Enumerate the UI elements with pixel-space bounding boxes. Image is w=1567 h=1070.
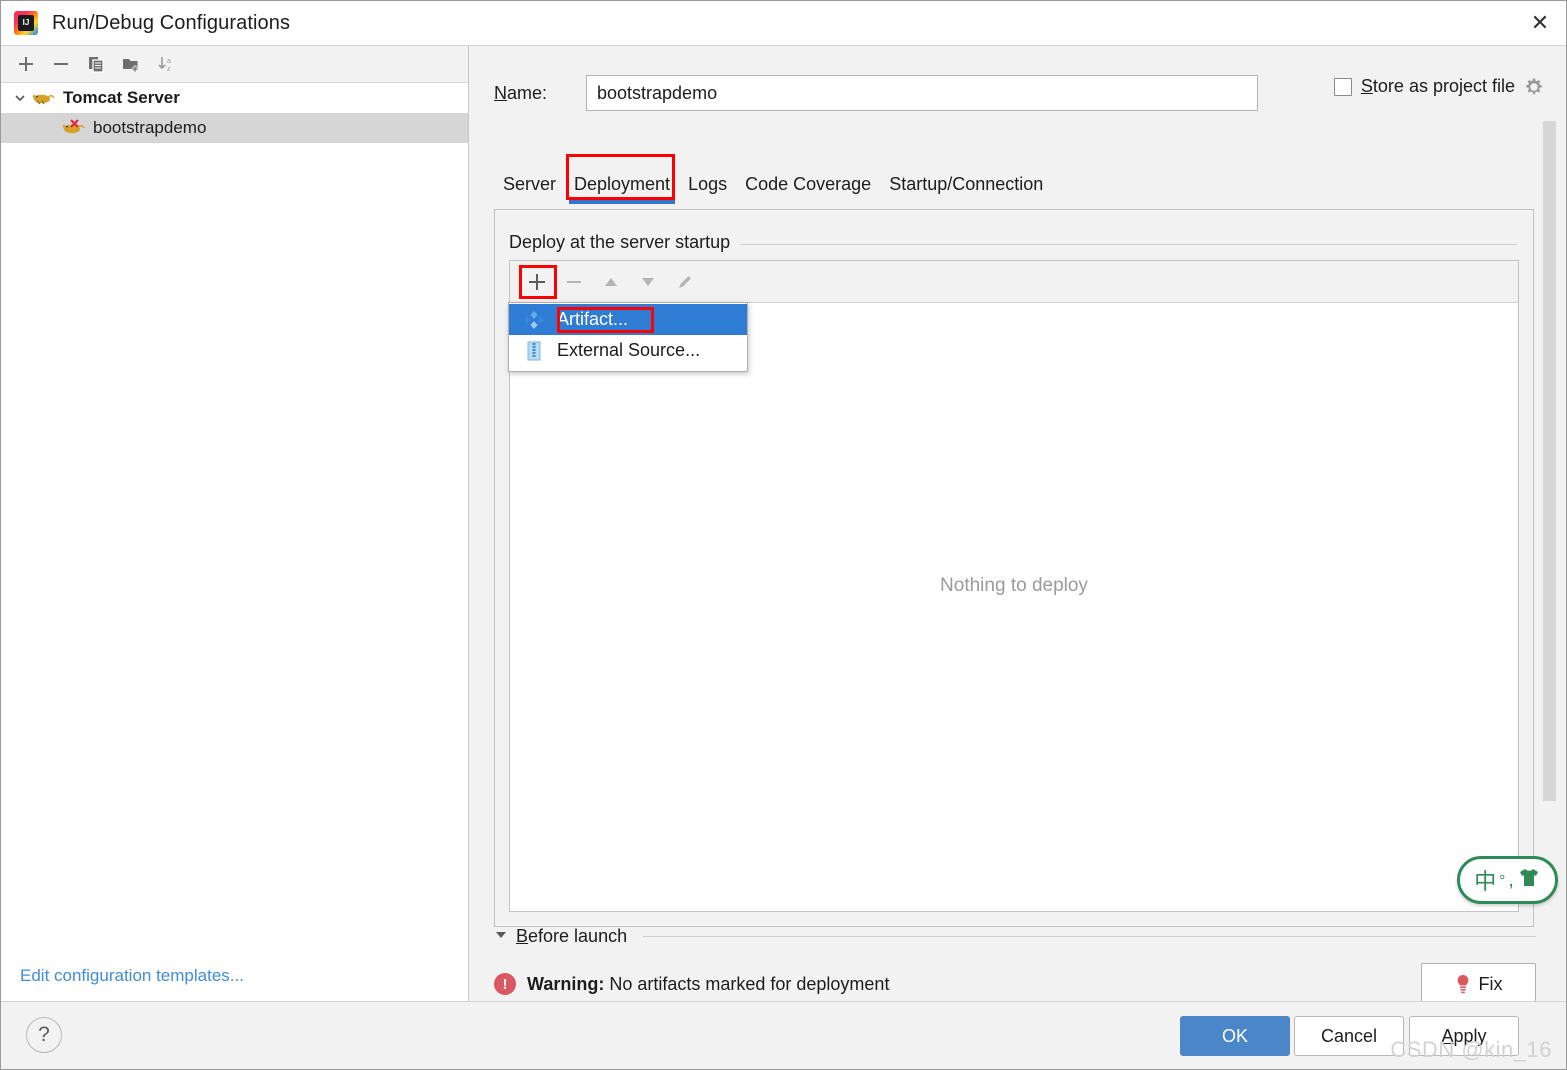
ime-mode-label[interactable]: 中: [1474, 864, 1496, 896]
before-launch-section-header[interactable]: Before launch: [494, 921, 1536, 951]
deploy-group-caption: Deploy at the server startup: [509, 232, 741, 253]
configurations-sidebar: a z Tomcat Server bootstrapdemo Edit con…: [1, 46, 469, 1001]
tomcat-error-icon: [61, 118, 87, 138]
close-icon[interactable]: ✕: [1514, 1, 1566, 45]
apply-button[interactable]: Apply: [1409, 1016, 1519, 1056]
tree-item-bootstrapdemo[interactable]: bootstrapdemo: [1, 113, 468, 143]
bulb-icon: [1455, 974, 1471, 994]
intellij-idea-logo-icon: IJ: [14, 11, 38, 35]
run-debug-configurations-dialog: IJ Run/Debug Configurations ✕ a z Tomcat…: [0, 0, 1567, 1070]
tree-item-label: bootstrapdemo: [93, 118, 207, 137]
store-as-project-file-label: Store as project file: [1360, 76, 1515, 96]
name-input[interactable]: [586, 75, 1258, 111]
tab-logs[interactable]: Logs: [679, 174, 736, 204]
chevron-down-icon[interactable]: [9, 92, 31, 104]
copy-configuration-button[interactable]: [80, 49, 112, 79]
dialog-title: Run/Debug Configurations: [52, 11, 291, 34]
ime-punctuation-icon[interactable]: °: [1499, 872, 1505, 889]
error-circle-icon: !: [494, 973, 516, 995]
ok-button[interactable]: OK: [1180, 1016, 1290, 1056]
name-label: Name:: [494, 82, 548, 103]
deployment-list-toolbar: [510, 261, 1518, 303]
new-folder-icon[interactable]: [115, 49, 147, 79]
gear-icon[interactable]: [1524, 77, 1544, 97]
store-as-project-file-group[interactable]: Store as project file: [1333, 76, 1544, 97]
store-as-project-file-checkbox[interactable]: [1333, 77, 1352, 96]
help-button[interactable]: ?: [26, 1017, 62, 1053]
sort-alphabetical-icon[interactable]: a z: [150, 49, 182, 79]
warning-prefix: Warning:: [527, 973, 605, 994]
move-down-button: [633, 267, 663, 297]
content-scrollbar[interactable]: [1543, 121, 1556, 801]
ime-floating-toolbar[interactable]: 中 ° ,: [1457, 856, 1558, 904]
popup-item-external-source[interactable]: External Source...: [509, 335, 747, 366]
add-artifact-button[interactable]: [522, 267, 552, 297]
tree-group-label: Tomcat Server: [63, 88, 180, 107]
archive-zip-icon: [523, 340, 545, 362]
before-launch-label: Before launch: [516, 925, 628, 946]
dialog-footer: ? OK Cancel Apply: [1, 1001, 1566, 1069]
fix-button[interactable]: Fix: [1421, 963, 1536, 1005]
artifact-diamonds-icon: [523, 309, 545, 331]
before-launch-divider: [643, 935, 1536, 937]
dialog-titlebar: IJ Run/Debug Configurations ✕: [1, 1, 1566, 46]
popup-item-label: Artifact...: [557, 309, 629, 329]
empty-deployment-message: Nothing to deploy: [940, 575, 1088, 596]
add-deployment-popup-menu: Artifact... External Source...: [508, 302, 748, 372]
sidebar-toolbar: a z: [1, 46, 468, 83]
tab-deployment[interactable]: Deployment: [565, 174, 679, 204]
remove-configuration-button[interactable]: [45, 49, 77, 79]
configurations-tree: Tomcat Server bootstrapdemo: [1, 83, 468, 143]
remove-artifact-button: [559, 267, 589, 297]
warning-message: No artifacts marked for deployment: [609, 973, 890, 994]
chevron-down-icon[interactable]: [494, 928, 508, 945]
svg-text:a: a: [167, 58, 171, 65]
edit-artifact-button: [670, 267, 700, 297]
tab-server[interactable]: Server: [494, 174, 565, 204]
popup-item-artifact[interactable]: Artifact...: [509, 304, 747, 335]
ime-comma-icon[interactable]: ,: [1508, 869, 1514, 892]
svg-text:z: z: [167, 66, 171, 73]
tshirt-icon[interactable]: [1517, 867, 1541, 894]
edit-configuration-templates-link[interactable]: Edit configuration templates...: [20, 966, 244, 986]
fix-button-label: Fix: [1478, 973, 1503, 994]
tab-code-coverage[interactable]: Code Coverage: [736, 174, 880, 204]
tree-group-tomcat-server[interactable]: Tomcat Server: [1, 83, 468, 113]
editor-tabs: Server Deployment Logs Code Coverage Sta…: [494, 154, 1534, 204]
tomcat-icon: [31, 88, 57, 108]
configuration-editor-panel: Name: Store as project file Server Deplo…: [470, 46, 1566, 1005]
move-up-button: [596, 267, 626, 297]
popup-item-label: External Source...: [557, 340, 701, 360]
tab-startup-connection[interactable]: Startup/Connection: [880, 174, 1052, 204]
cancel-button[interactable]: Cancel: [1294, 1016, 1404, 1056]
add-configuration-button[interactable]: [10, 49, 42, 79]
